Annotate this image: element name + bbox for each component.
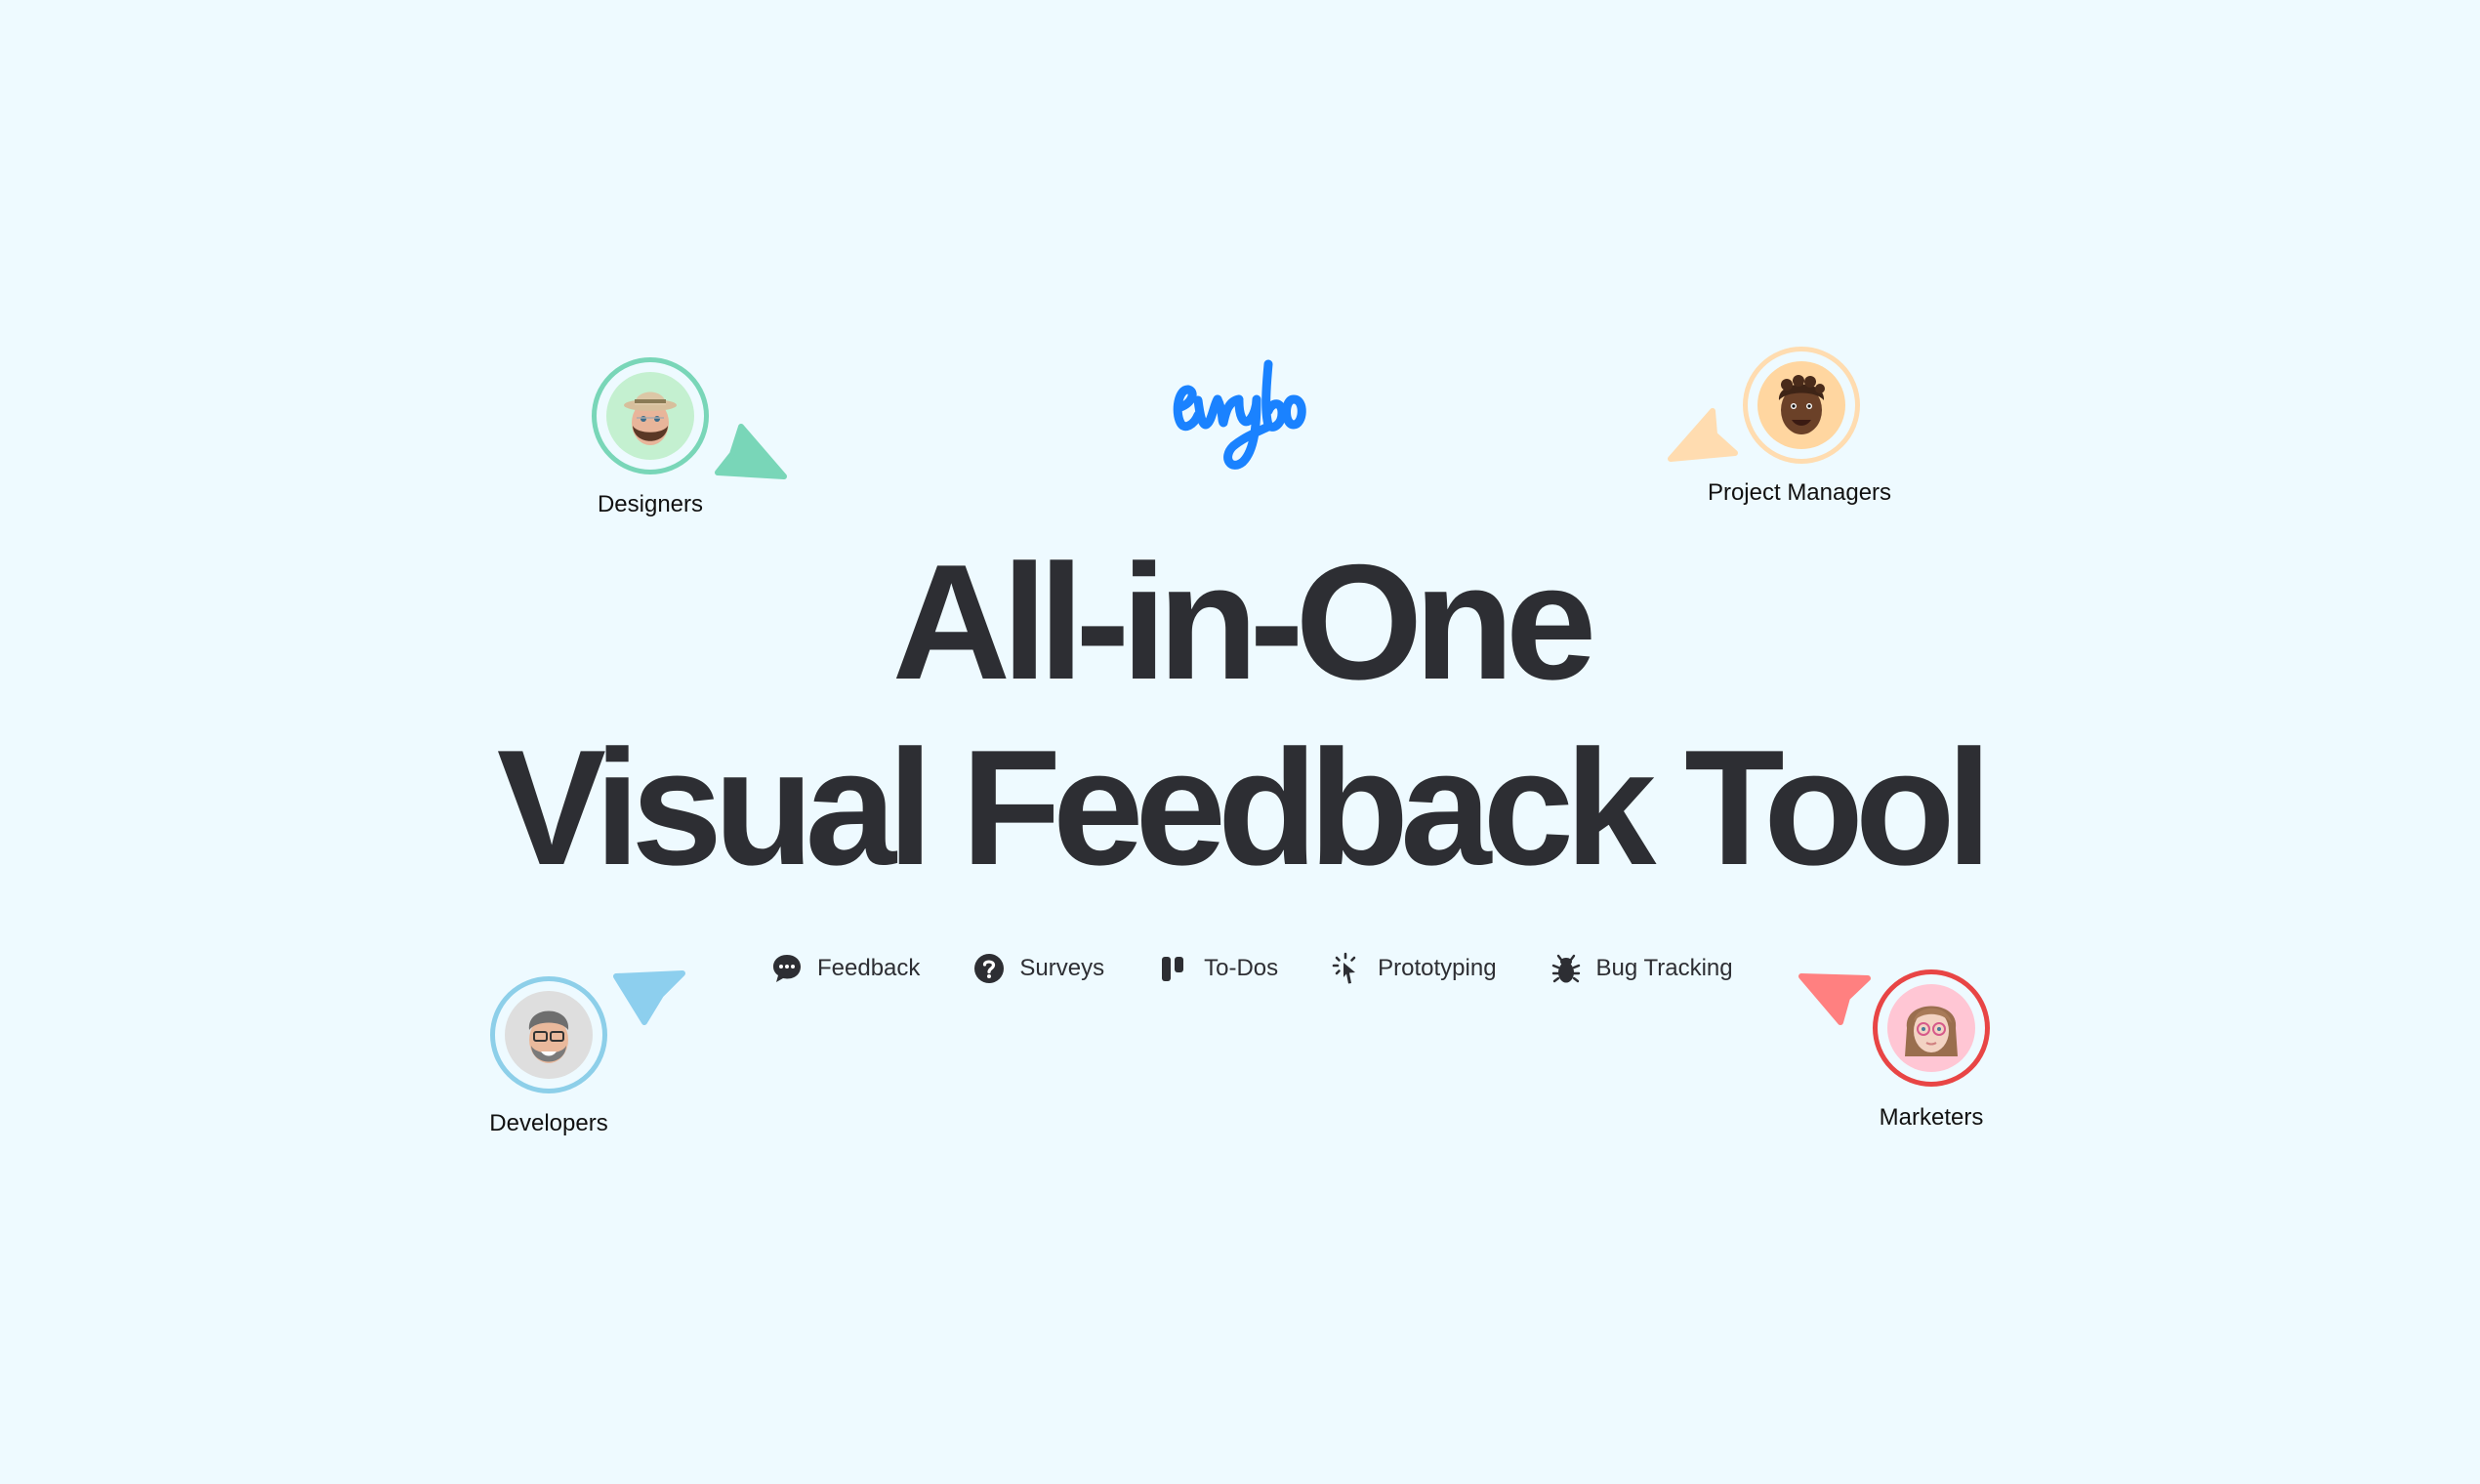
role-label-project-managers: Project Managers	[1707, 479, 1892, 506]
cursor-arrow-icon	[1668, 408, 1738, 462]
evrybo-logo	[1167, 356, 1313, 478]
feature-label: Bug Tracking	[1595, 955, 1733, 981]
feature-label: Feedback	[817, 955, 921, 981]
kanban-icon	[1157, 952, 1190, 985]
headline-line-1: All-in-One	[891, 530, 1597, 714]
feature-label: Prototyping	[1378, 955, 1497, 981]
role-label-designers: Designers	[597, 491, 704, 517]
feature-surveys[interactable]: Surveys	[972, 952, 1104, 985]
memoji-designer	[624, 392, 677, 445]
avatar-project-managers	[1743, 347, 1860, 464]
memoji-developer	[528, 1010, 569, 1063]
avatar-developers	[490, 976, 607, 1093]
bug-icon	[1550, 952, 1583, 985]
headline-line-2: Visual Feedback Tool	[496, 716, 1992, 899]
feature-to-dos[interactable]: To-Dos	[1157, 952, 1278, 985]
feature-bug-tracking[interactable]: Bug Tracking	[1550, 952, 1733, 985]
feature-label: To-Dos	[1204, 955, 1279, 981]
feature-feedback[interactable]: Feedback	[770, 952, 920, 985]
cursor-arrow-icon	[715, 424, 787, 479]
avatar-marketers	[1873, 969, 1990, 1087]
feature-label: Surveys	[1019, 955, 1105, 981]
feature-list: Feedback Surveys To-Dos Prototyping Bug …	[770, 952, 1733, 985]
avatar-designers	[592, 357, 709, 474]
feature-prototyping[interactable]: Prototyping	[1331, 952, 1497, 985]
role-label-marketers: Marketers	[1879, 1104, 1984, 1131]
memoji-project-manager	[1778, 375, 1825, 434]
cursor-arrow-icon	[613, 970, 685, 1025]
cursor-arrow-icon	[1798, 973, 1871, 1025]
question-circle-icon	[972, 952, 1006, 985]
chat-bubble-icon	[770, 952, 804, 985]
cursor-click-icon	[1331, 952, 1364, 985]
role-label-developers: Developers	[489, 1110, 608, 1136]
memoji-marketer	[1905, 1006, 1958, 1056]
